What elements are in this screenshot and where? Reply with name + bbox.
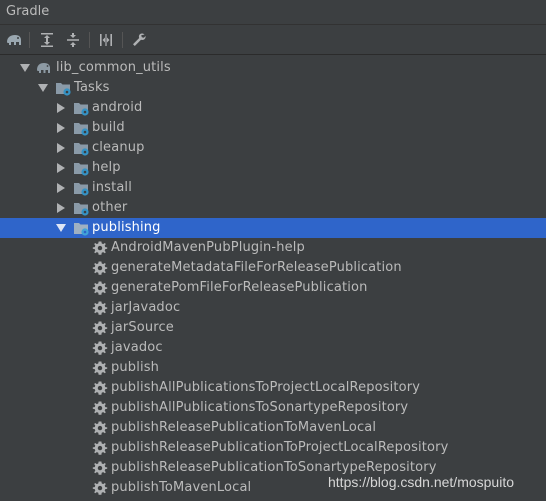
chevron-right-icon[interactable] xyxy=(56,103,66,113)
tree-node-task[interactable]: publishAllPublicationsToProjectLocalRepo… xyxy=(0,378,546,398)
chevron-down-icon[interactable] xyxy=(56,223,66,233)
tree-node-group-android[interactable]: android xyxy=(0,98,546,118)
tool-window-header: Gradle xyxy=(0,0,546,25)
gear-icon xyxy=(92,340,108,356)
chevron-right-icon[interactable] xyxy=(56,143,66,153)
collapse-all-icon[interactable] xyxy=(64,31,82,49)
tree-node-project[interactable]: lib_common_utils xyxy=(0,58,546,78)
group-label: install xyxy=(92,180,132,195)
task-label: publishAllPublicationsToProjectLocalRepo… xyxy=(111,380,421,395)
tree-node-group-publishing[interactable]: publishing xyxy=(0,218,546,238)
gear-icon xyxy=(92,460,108,476)
gradle-project-icon xyxy=(37,63,50,73)
tasks-label: Tasks xyxy=(74,80,110,95)
group-label: cleanup xyxy=(92,140,145,155)
task-label: publish xyxy=(111,360,160,375)
tree-node-task[interactable]: jarSource xyxy=(0,318,546,338)
expand-all-icon[interactable] xyxy=(38,31,56,49)
gear-icon xyxy=(92,380,108,396)
tree-node-task[interactable]: publish xyxy=(0,358,546,378)
tree-node-task[interactable]: publishAllPublicationsToSonartypeReposit… xyxy=(0,398,546,418)
tree-node-group-build[interactable]: build xyxy=(0,118,546,138)
group-label: publishing xyxy=(92,220,161,235)
elephant-icon[interactable] xyxy=(5,31,23,49)
gear-icon xyxy=(92,320,108,336)
task-group-folder-icon xyxy=(74,203,89,216)
group-label: build xyxy=(92,120,125,135)
project-name: lib_common_utils xyxy=(56,60,171,75)
task-label: jarJavadoc xyxy=(111,300,181,315)
task-group-folder-icon xyxy=(74,103,89,116)
toggle-offline-icon[interactable] xyxy=(97,31,115,49)
watermark-text: https://blog.csdn.net/mospuito xyxy=(328,474,514,490)
gear-icon xyxy=(92,260,108,276)
group-label: android xyxy=(92,100,143,115)
task-label: publishReleasePublicationToMavenLocal xyxy=(111,420,377,435)
tree-node-task[interactable]: generateMetadataFileForReleasePublicatio… xyxy=(0,258,546,278)
task-label: generateMetadataFileForReleasePublicatio… xyxy=(111,260,402,275)
chevron-right-icon[interactable] xyxy=(56,123,66,133)
gear-icon xyxy=(92,300,108,316)
toolbar-separator xyxy=(29,32,30,48)
task-label: jarSource xyxy=(111,320,174,335)
task-folder-icon xyxy=(56,83,71,96)
tree-node-tasks[interactable]: Tasks xyxy=(0,78,546,98)
tree-node-task[interactable]: publishReleasePublicationToProjectLocalR… xyxy=(0,438,546,458)
tree-node-task[interactable]: generatePomFileForReleasePublication xyxy=(0,278,546,298)
chevron-right-icon[interactable] xyxy=(56,163,66,173)
gear-icon xyxy=(92,240,108,256)
task-label: javadoc xyxy=(111,340,163,355)
chevron-right-icon[interactable] xyxy=(56,203,66,213)
tool-window-title: Gradle xyxy=(6,4,50,19)
toolbar-separator xyxy=(122,32,123,48)
gear-icon xyxy=(92,440,108,456)
gear-icon xyxy=(92,400,108,416)
gear-icon xyxy=(92,360,108,376)
gear-icon xyxy=(92,280,108,296)
tree-node-group-other[interactable]: other xyxy=(0,198,546,218)
tree-node-task[interactable]: AndroidMavenPubPlugin-help xyxy=(0,238,546,258)
gradle-task-tree: lib_common_utils Tasks android build cle… xyxy=(0,56,546,501)
task-group-folder-icon xyxy=(74,123,89,136)
group-label: other xyxy=(92,200,128,215)
chevron-down-icon[interactable] xyxy=(20,63,30,73)
chevron-right-icon[interactable] xyxy=(56,183,66,193)
task-label: generatePomFileForReleasePublication xyxy=(111,280,368,295)
task-label: publishAllPublicationsToSonartypeReposit… xyxy=(111,400,409,415)
gear-icon xyxy=(92,420,108,436)
task-group-folder-icon xyxy=(74,223,89,236)
tree-node-task[interactable]: publishReleasePublicationToMavenLocal xyxy=(0,418,546,438)
toolbar-separator xyxy=(89,32,90,48)
task-label: publishReleasePublicationToProjectLocalR… xyxy=(111,440,449,455)
task-label: publishToMavenLocal xyxy=(111,480,252,495)
tree-node-group-help[interactable]: help xyxy=(0,158,546,178)
tree-node-task[interactable]: jarJavadoc xyxy=(0,298,546,318)
task-group-folder-icon xyxy=(74,183,89,196)
gradle-toolbar xyxy=(0,25,546,55)
tree-node-group-cleanup[interactable]: cleanup xyxy=(0,138,546,158)
tree-node-task[interactable]: javadoc xyxy=(0,338,546,358)
wrench-icon[interactable] xyxy=(130,31,148,49)
tree-node-group-install[interactable]: install xyxy=(0,178,546,198)
task-group-folder-icon xyxy=(74,143,89,156)
chevron-down-icon[interactable] xyxy=(38,83,48,93)
task-label: AndroidMavenPubPlugin-help xyxy=(111,240,305,255)
gear-icon xyxy=(92,480,108,496)
task-group-folder-icon xyxy=(74,163,89,176)
group-label: help xyxy=(92,160,121,175)
